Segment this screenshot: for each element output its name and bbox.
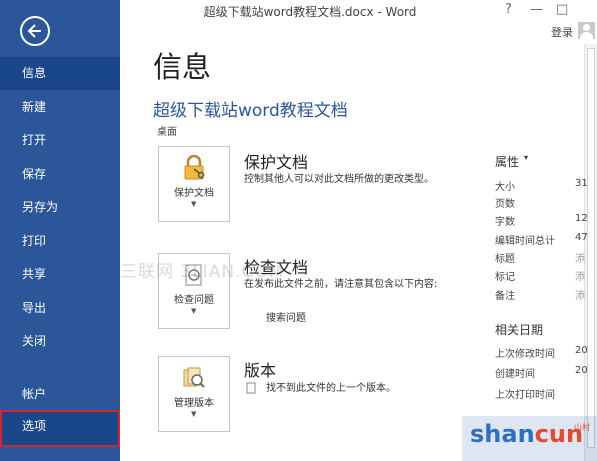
properties-heading[interactable]: 属性: [495, 153, 519, 170]
restore-button[interactable]: □: [556, 2, 568, 17]
date-label-modified: 上次修改时间: [495, 349, 555, 360]
backstage-sidebar: 信息 新建 打开 保存 另存为 打印 共享 导出 关闭 帐户 选项: [0, 0, 120, 461]
manage-versions-icon: [183, 367, 205, 388]
date-value-modified: 20: [575, 345, 588, 356]
prop-label-words: 字数: [495, 217, 515, 228]
protect-document-button[interactable]: 保护文档 ▼: [158, 146, 230, 222]
versions-heading: 版本: [244, 361, 277, 380]
window-title: 超级下载站word教程文档.docx - Word: [203, 5, 417, 19]
prop-label-pages: 页数: [495, 199, 515, 210]
chevron-down-icon: ▼: [191, 307, 197, 315]
avatar[interactable]: [578, 22, 595, 39]
back-button[interactable]: [20, 16, 50, 46]
login-link[interactable]: 登录: [551, 24, 573, 40]
sidebar-item-account[interactable]: 帐户: [0, 378, 120, 411]
vertical-scrollbar[interactable]: [584, 44, 597, 461]
prop-label-title: 标题: [495, 254, 515, 265]
minimize-button[interactable]: —: [530, 2, 543, 17]
sidebar-item-export[interactable]: 导出: [0, 292, 120, 325]
prop-value-size: 31: [575, 178, 588, 189]
arrow-left-circle-icon: [27, 24, 41, 38]
watermark-logo-small: 山村: [574, 423, 590, 432]
prop-value-edit-time: 47: [575, 232, 588, 243]
lock-key-icon: [184, 155, 205, 180]
sidebar-item-open[interactable]: 打开: [0, 124, 120, 157]
inspect-subitem: 搜索问题: [266, 313, 306, 324]
avatar-head-icon: [583, 24, 590, 31]
sidebar-item-print[interactable]: 打印: [0, 225, 120, 258]
protect-description: 控制其他人可以对此文档所做的更改类型。: [244, 174, 434, 185]
chevron-down-icon[interactable]: ▾: [524, 153, 528, 162]
versions-description: 找不到此文件的上一个版本。: [266, 383, 396, 394]
prop-value-words: 12: [575, 213, 588, 224]
manage-versions-label: 管理版本: [174, 398, 214, 409]
sidebar-item-share[interactable]: 共享: [0, 258, 120, 291]
related-dates-heading: 相关日期: [495, 323, 544, 337]
check-issues-label: 检查问题: [174, 295, 214, 306]
prop-label-comments: 备注: [495, 291, 515, 302]
prop-label-edit-time: 编辑时间总计: [495, 236, 555, 247]
protect-heading: 保护文档: [244, 153, 309, 172]
chevron-down-icon: ▼: [191, 410, 197, 418]
document-version-icon: [246, 382, 256, 394]
prop-value-title[interactable]: 添: [575, 250, 585, 265]
date-label-created: 创建时间: [495, 369, 535, 380]
document-location[interactable]: 桌面: [157, 123, 177, 138]
prop-label-tags: 标记: [495, 272, 515, 283]
sidebar-item-save-as[interactable]: 另存为: [0, 191, 120, 224]
avatar-body-icon: [580, 32, 593, 39]
manage-versions-button[interactable]: 管理版本 ▼: [158, 356, 230, 432]
date-label-printed: 上次打印时间: [495, 390, 555, 401]
prop-value-comments[interactable]: 添: [575, 287, 585, 302]
watermark-logo-text: shancun: [470, 420, 583, 448]
watermark-logo: shancun 山村: [462, 416, 597, 461]
scrollbar-thumb[interactable]: [587, 48, 595, 448]
help-button[interactable]: ?: [505, 2, 512, 17]
prop-value-tags[interactable]: 添: [575, 268, 585, 283]
sidebar-item-new[interactable]: 新建: [0, 91, 120, 124]
sidebar-item-close[interactable]: 关闭: [0, 325, 120, 358]
watermark-text: 三联网 3LIAN.COM: [120, 262, 285, 282]
sidebar-item-options[interactable]: 选项: [0, 410, 120, 447]
prop-label-size: 大小: [495, 182, 515, 193]
sidebar-item-save[interactable]: 保存: [0, 158, 120, 191]
protect-document-label: 保护文档: [174, 188, 214, 199]
chevron-down-icon: ▼: [191, 200, 197, 208]
document-name: 超级下载站word教程文档: [153, 101, 348, 121]
page-title: 信息: [153, 50, 212, 84]
watermark-logo-prefix: shan: [470, 420, 535, 448]
sidebar-item-info[interactable]: 信息: [0, 57, 120, 90]
date-value-created: 20: [575, 365, 588, 376]
